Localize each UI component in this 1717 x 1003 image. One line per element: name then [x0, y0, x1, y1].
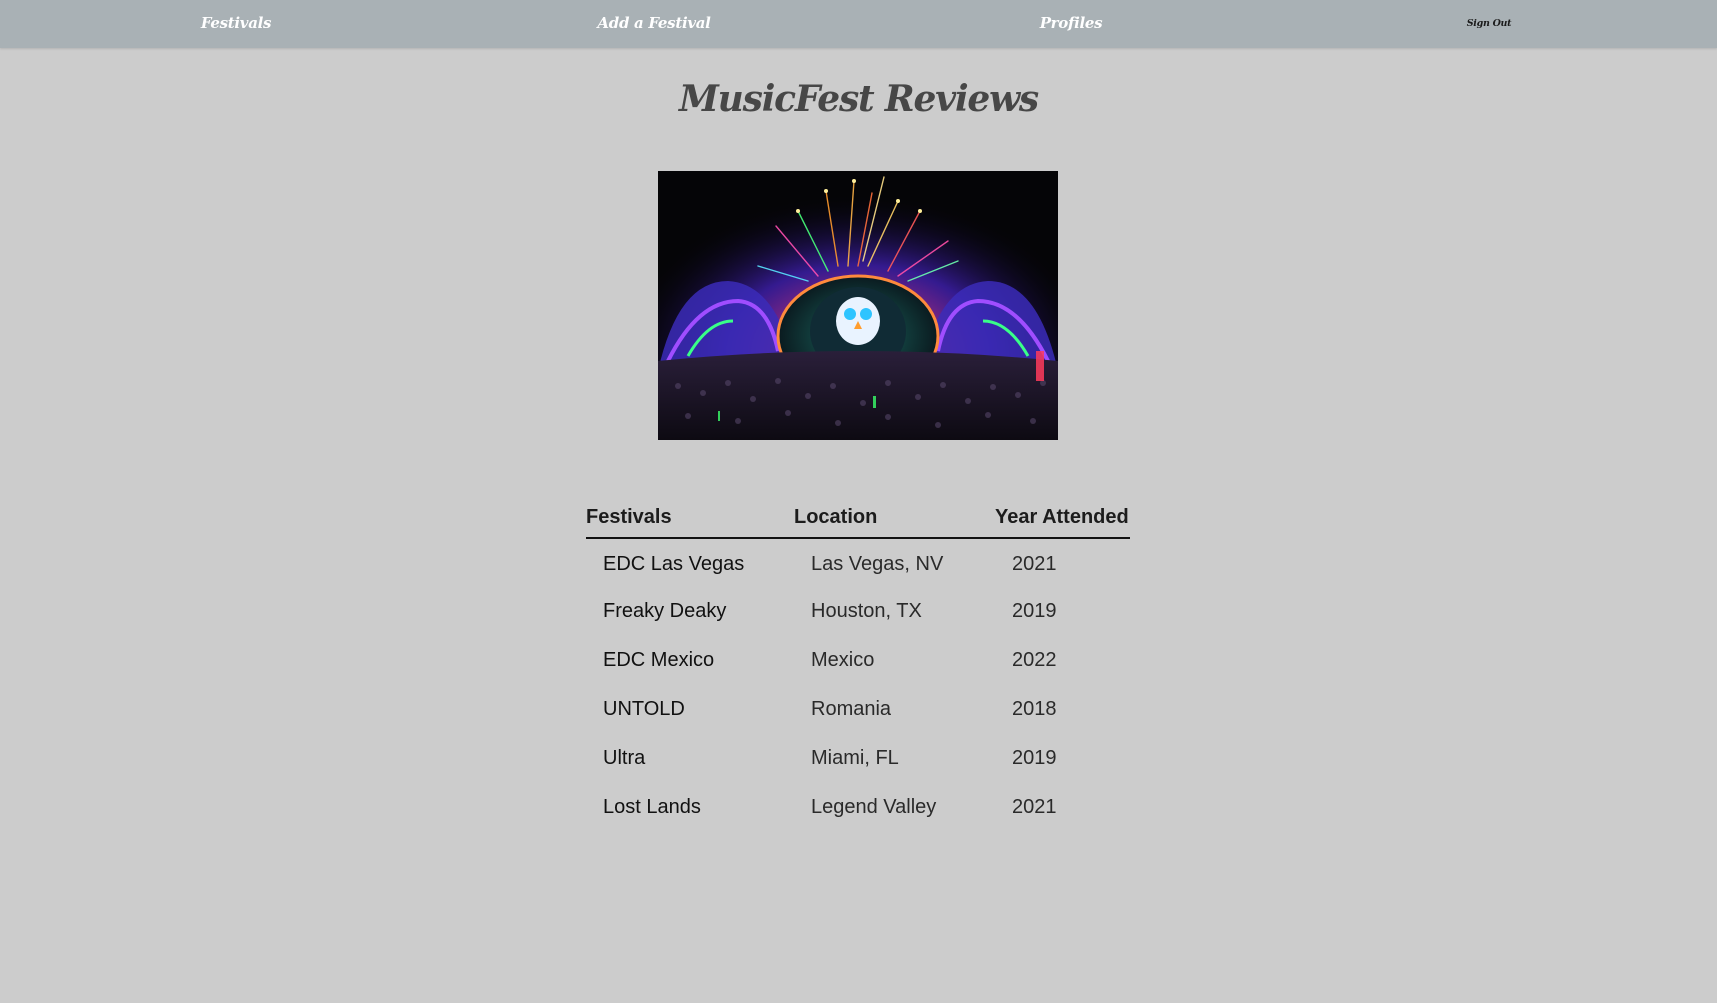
- festival-name-cell: Freaky Deaky: [603, 600, 727, 622]
- table-row: Ultra Miami, FL 2019: [586, 734, 1130, 783]
- table-row: Freaky Deaky Houston, TX 2019: [586, 587, 1130, 636]
- location-cell: Mexico: [811, 649, 875, 671]
- sign-out-link[interactable]: Sign Out: [1467, 18, 1512, 29]
- location-cell: Legend Valley: [811, 796, 937, 818]
- festival-name-cell: EDC Mexico: [603, 649, 715, 671]
- page-title: MusicFest Reviews: [679, 78, 1039, 120]
- festival-name-cell: UNTOLD: [603, 698, 685, 720]
- nav-link-add-festival[interactable]: Add a Festival: [597, 14, 710, 32]
- festival-stage-image: [658, 171, 1058, 440]
- column-header-location: Location: [794, 502, 995, 539]
- festival-name-cell: Ultra: [603, 747, 646, 769]
- year-cell: 2021: [1012, 796, 1057, 818]
- location-cell: Las Vegas, NV: [811, 553, 944, 575]
- location-cell: Houston, TX: [811, 600, 922, 622]
- location-cell: Romania: [811, 698, 892, 720]
- year-cell: 2018: [1012, 698, 1057, 720]
- year-cell: 2019: [1012, 747, 1057, 769]
- table-row: EDC Las Vegas Las Vegas, NV 2021: [586, 538, 1130, 587]
- festival-name-cell: Lost Lands: [603, 796, 701, 818]
- festivals-table: Festivals Location Year Attended EDC Las…: [586, 502, 1130, 832]
- year-cell: 2022: [1012, 649, 1057, 671]
- table-header-row: Festivals Location Year Attended: [586, 502, 1130, 539]
- location-cell: Miami, FL: [811, 747, 899, 769]
- table-row: Lost Lands Legend Valley 2021: [586, 783, 1130, 832]
- year-cell: 2021: [1012, 553, 1057, 575]
- column-header-festivals: Festivals: [586, 502, 794, 539]
- table-row: EDC Mexico Mexico 2022: [586, 636, 1130, 685]
- nav-link-profiles[interactable]: Profiles: [1040, 14, 1103, 32]
- nav-link-festivals[interactable]: Festivals: [201, 14, 272, 32]
- column-header-year-attended: Year Attended: [995, 502, 1130, 539]
- year-cell: 2019: [1012, 600, 1057, 622]
- festival-name-cell: EDC Las Vegas: [603, 553, 745, 575]
- table-row: UNTOLD Romania 2018: [586, 685, 1130, 734]
- top-navbar: Festivals Add a Festival Profiles Sign O…: [0, 0, 1717, 48]
